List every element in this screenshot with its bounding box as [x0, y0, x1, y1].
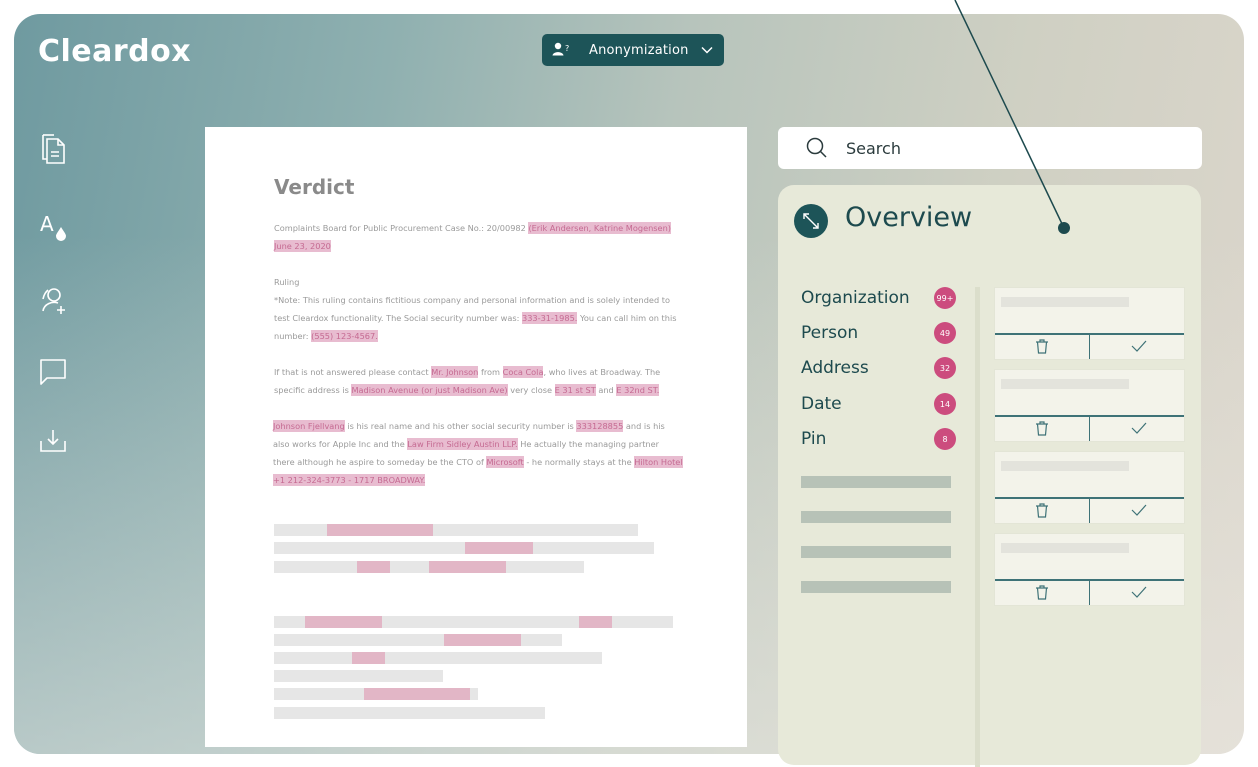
document-title: Verdict: [274, 175, 355, 199]
entity-highlight[interactable]: E 32nd ST.: [616, 384, 660, 396]
document-paragraph: Ruling: [274, 273, 684, 291]
search-input[interactable]: Search: [778, 127, 1202, 169]
category-label: Date: [801, 394, 842, 414]
trash-icon[interactable]: [1033, 420, 1051, 436]
trash-icon[interactable]: [1033, 338, 1051, 354]
entity-card: [994, 287, 1185, 360]
entity-highlight[interactable]: Mr. Johnson: [431, 366, 479, 378]
redaction-placeholder-bar: [357, 561, 390, 573]
comments-icon[interactable]: [38, 356, 70, 388]
entity-highlight[interactable]: Madison Avenue (or just Madison Ave): [351, 384, 508, 396]
checkmark-icon[interactable]: [1130, 584, 1148, 600]
svg-text:A: A: [40, 212, 54, 236]
expand-icon[interactable]: [794, 204, 828, 238]
redaction-placeholder-bar: [579, 616, 612, 628]
panel-divider: [975, 287, 980, 767]
entity-card: [994, 451, 1185, 524]
category-placeholder-bar: [801, 511, 951, 523]
redaction-placeholder-bar: [429, 561, 506, 573]
style-icon[interactable]: A: [38, 211, 70, 243]
category-row-pin[interactable]: Pin 8: [801, 427, 956, 451]
count-badge: 14: [934, 393, 956, 415]
count-badge: 8: [934, 428, 956, 450]
redaction-placeholder-bar: [352, 652, 385, 664]
documents-icon[interactable]: [38, 133, 70, 165]
user-question-icon: ?: [552, 41, 572, 59]
card-separator: [1089, 416, 1090, 441]
card-placeholder-bar: [1001, 461, 1129, 471]
count-badge: 32: [934, 357, 956, 379]
search-icon: [806, 137, 828, 159]
entity-highlight[interactable]: (Erik Andersen, Katrine Mogensen): [528, 222, 671, 234]
redaction-placeholder-bar: [305, 616, 382, 628]
paragraph-text: If that is not answered please contact: [274, 367, 432, 377]
entity-highlight[interactable]: (555) 123-4567.: [311, 330, 378, 342]
paragraph-text: from: [478, 367, 503, 377]
document-paragraph: *Note: This ruling contains fictitious c…: [274, 291, 684, 345]
category-row-person[interactable]: Person 49: [801, 321, 956, 345]
checkmark-icon[interactable]: [1130, 502, 1148, 518]
redaction-placeholder-bar: [444, 634, 521, 646]
card-separator: [1089, 334, 1090, 359]
paragraph-text: Ruling: [274, 277, 300, 287]
category-row-address[interactable]: Address 32: [801, 356, 956, 380]
text-placeholder-bar: [274, 652, 602, 664]
category-row-organization[interactable]: Organization 99+: [801, 286, 956, 310]
category-row-date[interactable]: Date 14: [801, 392, 956, 416]
chevron-down-icon: [700, 43, 714, 57]
text-placeholder-bar: [274, 670, 443, 682]
download-icon[interactable]: [38, 425, 70, 457]
document-page: Verdict Complaints Board for Public Proc…: [205, 127, 747, 747]
checkmark-icon[interactable]: [1130, 420, 1148, 436]
card-separator: [1089, 580, 1090, 605]
category-label: Organization: [801, 288, 910, 308]
category-label: Address: [801, 358, 869, 378]
paragraph-text: is his real name and his other social se…: [344, 421, 577, 431]
document-paragraph: Complaints Board for Public Procurement …: [274, 219, 684, 255]
paragraph-text: very close: [507, 385, 555, 395]
users-icon[interactable]: [38, 284, 70, 316]
redaction-placeholder-bar: [364, 688, 470, 700]
entity-highlight[interactable]: 333128855: [576, 420, 624, 432]
mode-dropdown[interactable]: ? Anonymization: [542, 34, 724, 66]
category-label: Pin: [801, 429, 827, 449]
trash-icon[interactable]: [1033, 584, 1051, 600]
mode-dropdown-label: Anonymization: [589, 42, 689, 58]
card-placeholder-bar: [1001, 543, 1129, 553]
entity-card: [994, 533, 1185, 606]
count-badge: 99+: [934, 287, 956, 309]
count-badge: 49: [934, 322, 956, 344]
card-placeholder-bar: [1001, 297, 1129, 307]
redaction-placeholder-bar: [465, 542, 533, 554]
entity-highlight[interactable]: E 31 st ST: [554, 384, 596, 396]
entity-highlight[interactable]: 333-31-1985.: [522, 312, 578, 324]
category-placeholder-bar: [801, 476, 951, 488]
overview-title: Overview: [845, 202, 973, 233]
search-placeholder: Search: [846, 138, 901, 158]
entity-highlight[interactable]: Johnson Fjellvang: [273, 420, 345, 432]
svg-text:?: ?: [565, 44, 569, 53]
entity-highlight[interactable]: Microsoft: [486, 456, 524, 468]
document-paragraph: Johnson Fjellvang is his real name and h…: [273, 417, 683, 489]
paragraph-text: and: [595, 385, 617, 395]
overview-panel: Overview Organization 99+ Person 49 Addr…: [778, 185, 1201, 767]
entity-card: [994, 369, 1185, 442]
text-placeholder-bar: [274, 542, 654, 554]
category-placeholder-bar: [801, 546, 951, 558]
card-placeholder-bar: [1001, 379, 1129, 389]
card-separator: [1089, 498, 1090, 523]
entity-highlight[interactable]: Coca Cola: [502, 366, 544, 378]
document-paragraph: If that is not answered please contact M…: [274, 363, 684, 399]
checkmark-icon[interactable]: [1130, 338, 1148, 354]
entity-highlight[interactable]: Law Firm Sidley Austin LLP.: [407, 438, 518, 450]
paragraph-text: Complaints Board for Public Procurement …: [274, 223, 529, 233]
category-label: Person: [801, 323, 859, 343]
category-placeholder-bar: [801, 581, 951, 593]
text-placeholder-bar: [274, 707, 545, 719]
entity-highlight[interactable]: June 23, 2020: [274, 240, 331, 252]
paragraph-text: - he normally stays at the: [523, 457, 635, 467]
trash-icon[interactable]: [1033, 502, 1051, 518]
app-logo: Cleardox: [38, 34, 192, 69]
redaction-placeholder-bar: [327, 524, 433, 536]
